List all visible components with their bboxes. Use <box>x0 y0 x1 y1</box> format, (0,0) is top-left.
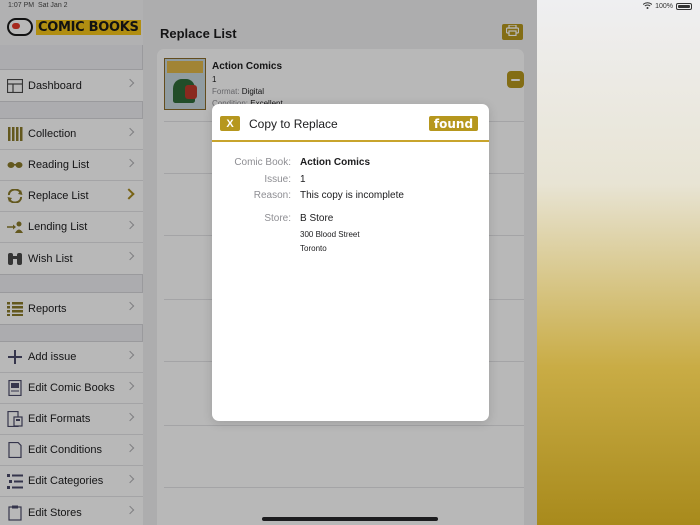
time-text: 1:07 PM <box>8 2 35 9</box>
found-button[interactable]: found <box>429 116 478 131</box>
battery-icon <box>676 3 692 10</box>
issue-value: 1 <box>300 174 306 185</box>
date-text: Sat Jan 2 <box>37 2 68 9</box>
dialog-title: Copy to Replace <box>249 117 338 131</box>
comic-book-label: Comic Book: <box>234 157 291 168</box>
status-time: 1:07 PM Sat Jan 2 <box>8 2 68 9</box>
store-name: B Store <box>300 213 334 224</box>
store-city: Toronto <box>300 244 327 253</box>
close-button[interactable]: X <box>220 116 240 131</box>
reason-value: This copy is incomplete <box>300 190 404 201</box>
comic-book-value: Action Comics <box>300 157 371 168</box>
home-indicator[interactable] <box>262 517 438 521</box>
store-street: 300 Blood Street <box>300 230 360 239</box>
wifi-icon <box>642 2 653 11</box>
store-label: Store: <box>264 213 291 224</box>
status-right: 100% <box>642 2 692 11</box>
copy-to-replace-dialog: X Copy to Replace found Comic Book: Acti… <box>212 104 489 421</box>
issue-label: Issue: <box>264 174 291 185</box>
battery-percent: 100% <box>655 3 673 10</box>
dialog-header: X Copy to Replace found <box>212 104 489 142</box>
background-gradient <box>537 0 700 525</box>
reason-label: Reason: <box>253 190 291 201</box>
status-bar: 1:07 PM Sat Jan 2 100% <box>0 0 700 12</box>
